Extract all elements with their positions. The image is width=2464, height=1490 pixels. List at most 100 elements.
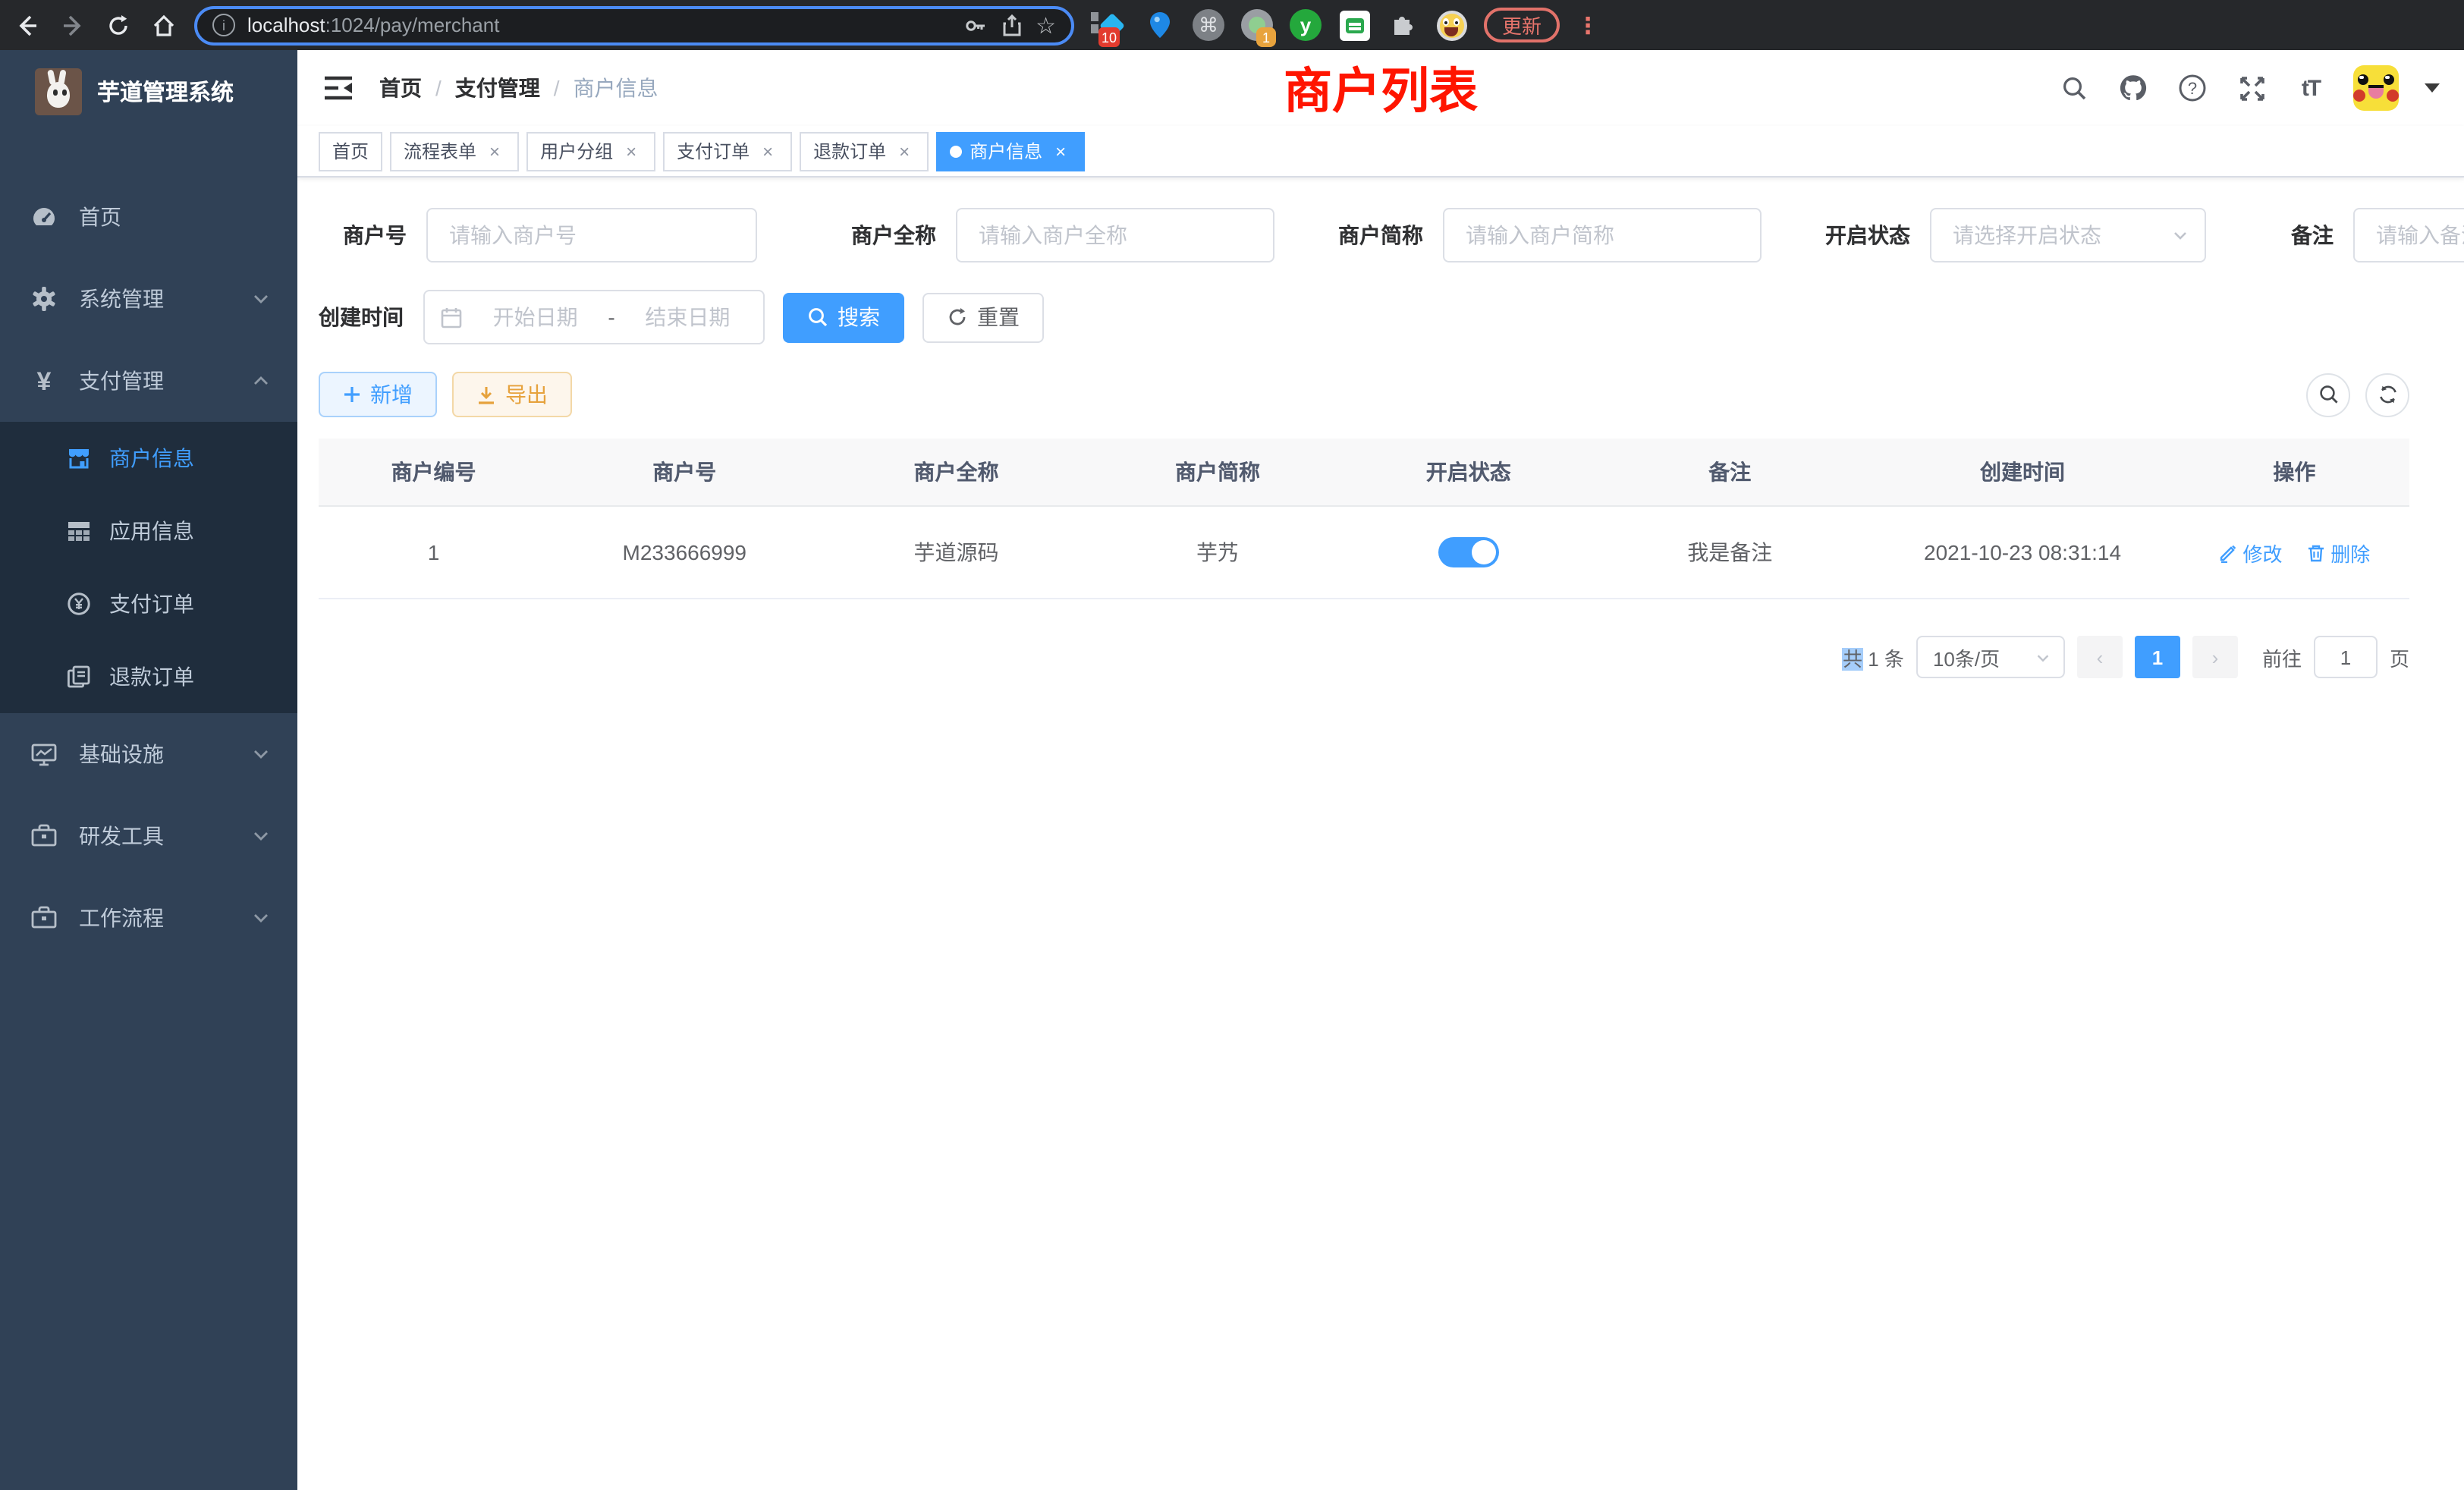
sidebar-item-pay[interactable]: ¥ 支付管理 — [0, 340, 297, 422]
refresh-table-button[interactable] — [2365, 372, 2409, 417]
bookmark-star-button[interactable]: ☆ — [1036, 11, 1056, 39]
svg-text:?: ? — [2188, 79, 2197, 98]
sidebar-item-label: 应用信息 — [109, 516, 194, 546]
key-icon — [963, 13, 987, 37]
trash-icon — [2306, 542, 2326, 562]
close-icon[interactable]: × — [621, 140, 642, 162]
col-actions: 操作 — [2180, 439, 2409, 506]
delete-link[interactable]: 删除 — [2306, 538, 2370, 567]
page-size-select[interactable]: 10条/页 — [1916, 636, 2065, 678]
header-search-button[interactable] — [2057, 71, 2091, 105]
export-button[interactable]: 导出 — [452, 372, 572, 417]
extension-command-icon[interactable]: ⌘ — [1193, 9, 1224, 41]
address-bar[interactable]: i localhost:1024/pay/merchant ☆ — [194, 5, 1074, 45]
close-icon[interactable]: × — [894, 140, 915, 162]
plus-icon — [343, 385, 361, 404]
fullscreen-button[interactable] — [2235, 71, 2268, 105]
github-button[interactable] — [2117, 71, 2150, 105]
tab-label: 首页 — [332, 138, 369, 164]
add-button[interactable]: 新增 — [319, 372, 437, 417]
tab-home[interactable]: 首页 — [319, 131, 382, 171]
merchant-no-input[interactable] — [426, 208, 757, 262]
tab-process-form[interactable]: 流程表单 × — [390, 131, 519, 171]
question-icon: ? — [2177, 73, 2208, 103]
sidebar-item-refund-order[interactable]: 退款订单 — [0, 640, 297, 713]
remark-input[interactable] — [2353, 208, 2464, 262]
search-button[interactable]: 搜索 — [783, 292, 904, 342]
extension-icons-row: 10 ⌘ 1 y 更新 ⋮ — [1095, 8, 1592, 42]
cell-merchant-no: M233666999 — [548, 506, 820, 599]
extension-diamond-icon[interactable]: 10 — [1095, 9, 1127, 41]
goto-page-input[interactable] — [2314, 636, 2378, 678]
font-size-button[interactable]: tT — [2294, 71, 2327, 105]
breadcrumb-current: 商户信息 — [574, 73, 658, 103]
browser-update-button[interactable]: 更新 — [1484, 8, 1560, 42]
extensions-puzzle-icon[interactable] — [1387, 9, 1419, 41]
sidebar-item-label: 退款订单 — [109, 662, 194, 692]
sidebar-item-merchant-info[interactable]: 商户信息 — [0, 422, 297, 495]
breadcrumb-section[interactable]: 支付管理 — [455, 73, 540, 103]
tab-user-group[interactable]: 用户分组 × — [526, 131, 655, 171]
toolbox-icon — [30, 904, 58, 932]
chevron-up-icon — [252, 372, 270, 390]
edit-link[interactable]: 修改 — [2218, 538, 2282, 567]
chevron-down-icon — [252, 827, 270, 845]
sidebar-item-system[interactable]: 系统管理 — [0, 258, 297, 340]
status-toggle[interactable] — [1438, 537, 1499, 567]
close-icon[interactable]: × — [1050, 140, 1071, 162]
short-name-label: 商户简称 — [1338, 220, 1423, 250]
start-date-placeholder: 开始日期 — [475, 302, 596, 332]
sidebar-item-infra[interactable]: 基础设施 — [0, 713, 297, 795]
tab-label: 用户分组 — [540, 138, 613, 164]
extension-recorder-icon[interactable]: 1 — [1241, 9, 1273, 41]
browser-reload-button[interactable] — [103, 10, 134, 40]
refresh-icon — [947, 306, 968, 328]
tab-pay-order[interactable]: 支付订单 × — [663, 131, 792, 171]
sidebar-item-workflow[interactable]: 工作流程 — [0, 877, 297, 959]
short-name-input[interactable] — [1443, 208, 1762, 262]
reload-icon — [106, 13, 130, 37]
avatar-dropdown-caret[interactable] — [2425, 83, 2440, 93]
help-button[interactable]: ? — [2176, 71, 2209, 105]
browser-menu-button[interactable]: ⋮ — [1576, 11, 1592, 39]
close-icon[interactable]: × — [757, 140, 778, 162]
sidebar-item-home[interactable]: 首页 — [0, 176, 297, 258]
extension-y-icon[interactable]: y — [1290, 9, 1322, 41]
site-info-icon[interactable]: i — [212, 14, 235, 36]
url-text[interactable]: localhost:1024/pay/merchant — [247, 14, 951, 36]
extension-chat-icon[interactable] — [1338, 9, 1370, 41]
dashboard-icon — [30, 203, 58, 231]
extension-pin-icon[interactable] — [1144, 9, 1176, 41]
col-merchant-id: 商户编号 — [319, 439, 548, 506]
full-name-input[interactable] — [956, 208, 1274, 262]
share-button[interactable] — [999, 13, 1023, 37]
password-key-button[interactable] — [963, 13, 987, 37]
user-avatar[interactable] — [2353, 65, 2399, 111]
next-page-button[interactable]: › — [2192, 636, 2238, 678]
yen-icon: ¥ — [30, 367, 58, 395]
pay-submenu: 商户信息 应用信息 支付订单 — [0, 422, 297, 713]
url-path: :1024/pay/merchant — [325, 14, 500, 36]
sidebar-item-app-info[interactable]: 应用信息 — [0, 495, 297, 567]
tab-merchant-info[interactable]: 商户信息 × — [936, 131, 1085, 171]
reset-button[interactable]: 重置 — [922, 292, 1044, 342]
browser-forward-button[interactable] — [58, 10, 88, 40]
share-icon — [999, 13, 1023, 37]
browser-back-button[interactable] — [12, 10, 42, 40]
app-logo-row[interactable]: 芋道管理系统 — [0, 50, 297, 134]
sidebar-item-dev-tools[interactable]: 研发工具 — [0, 795, 297, 877]
breadcrumb-home[interactable]: 首页 — [379, 73, 422, 103]
close-icon[interactable]: × — [484, 140, 505, 162]
table-row: 1 M233666999 芋道源码 芋艿 我是备注 2021-10-23 08:… — [319, 506, 2409, 599]
sidebar-item-pay-order[interactable]: 支付订单 — [0, 567, 297, 640]
create-time-range-picker[interactable]: 开始日期 - 结束日期 — [423, 290, 765, 344]
remark-label: 备注 — [2291, 220, 2334, 250]
tab-refund-order[interactable]: 退款订单 × — [800, 131, 929, 171]
sidebar-collapse-button[interactable] — [322, 71, 355, 105]
browser-home-button[interactable] — [149, 10, 179, 40]
extension-emoji-icon[interactable] — [1435, 9, 1467, 41]
status-select[interactable]: 请选择开启状态 — [1930, 208, 2206, 262]
prev-page-button[interactable]: ‹ — [2077, 636, 2123, 678]
page-number-button[interactable]: 1 — [2135, 636, 2180, 678]
show-search-toggle-button[interactable] — [2306, 372, 2350, 417]
